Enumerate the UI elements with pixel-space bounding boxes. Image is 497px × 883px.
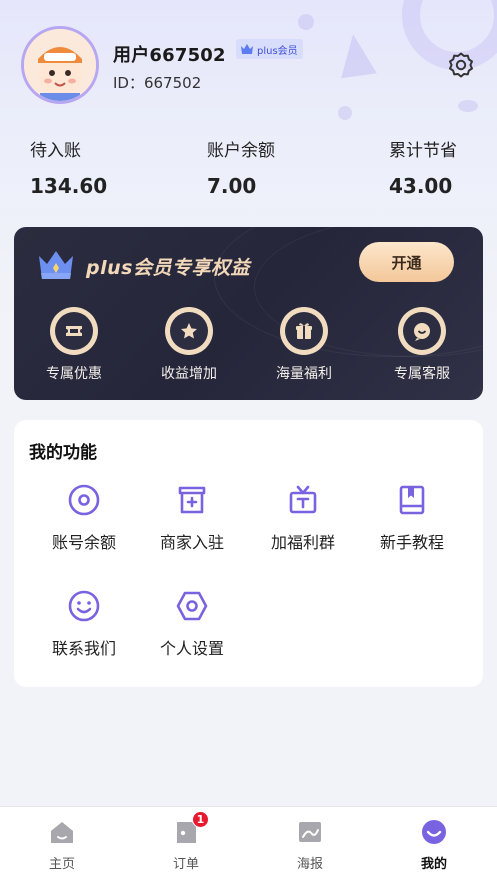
benefit-icon-inner [55, 312, 93, 350]
function-icon-wrap [285, 482, 321, 518]
benefit-exclusive-service[interactable]: 专属客服 [372, 307, 472, 383]
order-count-badge: 1 [192, 811, 209, 828]
function-icon-wrap [174, 588, 210, 624]
chat-icon [414, 323, 430, 341]
vip-title: plus会员专享权益 [86, 257, 250, 279]
ticket-icon [66, 326, 82, 336]
settings-button[interactable] [446, 50, 476, 80]
benefit-label: 海量福利 [276, 366, 332, 382]
function-label: 账号余额 [51, 533, 116, 552]
function-merchant-join[interactable]: 商家入驻 [137, 482, 247, 553]
section-title: 我的功能 [29, 443, 97, 463]
decorative-dot [458, 100, 478, 112]
benefit-icon-frame [280, 307, 328, 355]
home-icon [51, 822, 73, 843]
book-icon [399, 485, 425, 515]
tab-label: 海报 [296, 857, 323, 872]
function-label: 联系我们 [51, 639, 116, 658]
function-tutorial[interactable]: 新手教程 [357, 482, 467, 553]
tab-mine[interactable]: 我的 [394, 817, 474, 872]
stat-label: 累计节省 [389, 141, 457, 161]
tab-icon-wrap: 1 [171, 811, 209, 847]
benefit-label: 专属优惠 [46, 366, 102, 382]
decorative-dot [338, 106, 352, 120]
gear-icon [449, 52, 473, 78]
my-functions-card: 我的功能 账号余额 商家入驻 加福利群 新手教程 联系我们 个人设置 [14, 420, 483, 687]
gift-icon [296, 323, 312, 339]
bottom-tab-bar: 主页 1 订单 海报 我的 [0, 806, 497, 883]
function-label: 加福利群 [270, 533, 335, 552]
benefit-label: 专属客服 [394, 366, 450, 382]
plus-member-badge: plus会员 [236, 39, 303, 59]
group-icon [289, 485, 317, 514]
username: 用户667502 [113, 45, 226, 66]
tab-poster[interactable]: 海报 [270, 817, 350, 872]
balance-icon [68, 484, 100, 516]
function-icon-wrap [66, 588, 102, 624]
crown-icon [39, 251, 73, 279]
tab-orders[interactable]: 1 订单 [146, 811, 226, 872]
stat-savings[interactable]: 累计节省 43.00 [389, 136, 457, 198]
store-icon [178, 486, 206, 514]
plus-membership-card: plus会员专享权益 开通 专属优惠 收益增加 海量福利 专属客服 [14, 227, 483, 400]
tab-home[interactable]: 主页 [22, 817, 102, 872]
function-personal-settings[interactable]: 个人设置 [137, 588, 247, 659]
function-account-balance[interactable]: 账号余额 [29, 482, 139, 553]
stat-label: 待入账 [30, 141, 81, 161]
function-label: 新手教程 [379, 533, 444, 552]
benefit-icon-frame [50, 307, 98, 355]
tab-icon-wrap [295, 817, 325, 847]
tab-label: 我的 [420, 857, 447, 872]
function-icon-wrap [394, 482, 430, 518]
benefit-icon-inner [170, 312, 208, 350]
settings-icon [176, 591, 208, 621]
tab-label: 主页 [48, 857, 75, 872]
benefit-exclusive-discount[interactable]: 专属优惠 [24, 307, 124, 383]
benefit-earnings-boost[interactable]: 收益增加 [139, 307, 239, 383]
function-label: 商家入驻 [159, 533, 224, 552]
smile-icon [68, 590, 100, 622]
stat-value: 7.00 [207, 174, 257, 198]
benefit-label: 收益增加 [161, 366, 217, 382]
benefit-icon-inner [403, 312, 441, 350]
stat-label: 账户余额 [207, 141, 275, 161]
profile-page: 用户667502 plus会员 ID：667502 待入账 134.60 账户余… [0, 0, 497, 883]
function-contact-us[interactable]: 联系我们 [29, 588, 139, 659]
benefit-icon-frame [398, 307, 446, 355]
function-icon-wrap [66, 482, 102, 518]
tab-icon-wrap [419, 817, 449, 847]
avatar-illustration [24, 29, 96, 101]
benefit-icon-frame [165, 307, 213, 355]
user-id: ID：667502 [113, 74, 202, 92]
benefit-icon-inner [285, 312, 323, 350]
benefit-mass-welfare[interactable]: 海量福利 [254, 307, 354, 383]
decorative-dot [298, 14, 314, 30]
decorative-triangle [335, 31, 377, 79]
plus-badge-label: plus会员 [257, 45, 298, 57]
crown-icon [241, 44, 253, 54]
tab-icon-wrap [47, 817, 77, 847]
stat-pending[interactable]: 待入账 134.60 [30, 136, 107, 198]
stat-value: 134.60 [30, 174, 108, 198]
stat-value: 43.00 [389, 174, 453, 198]
profile-icon [422, 820, 446, 844]
tab-label: 订单 [172, 857, 199, 872]
poster-icon [299, 822, 321, 842]
function-join-group[interactable]: 加福利群 [248, 482, 358, 553]
avatar[interactable] [21, 26, 99, 104]
function-label: 个人设置 [159, 639, 224, 658]
activate-button[interactable]: 开通 [359, 242, 454, 282]
star-icon [181, 323, 197, 339]
function-icon-wrap [174, 482, 210, 518]
stat-balance[interactable]: 账户余额 7.00 [207, 136, 275, 198]
